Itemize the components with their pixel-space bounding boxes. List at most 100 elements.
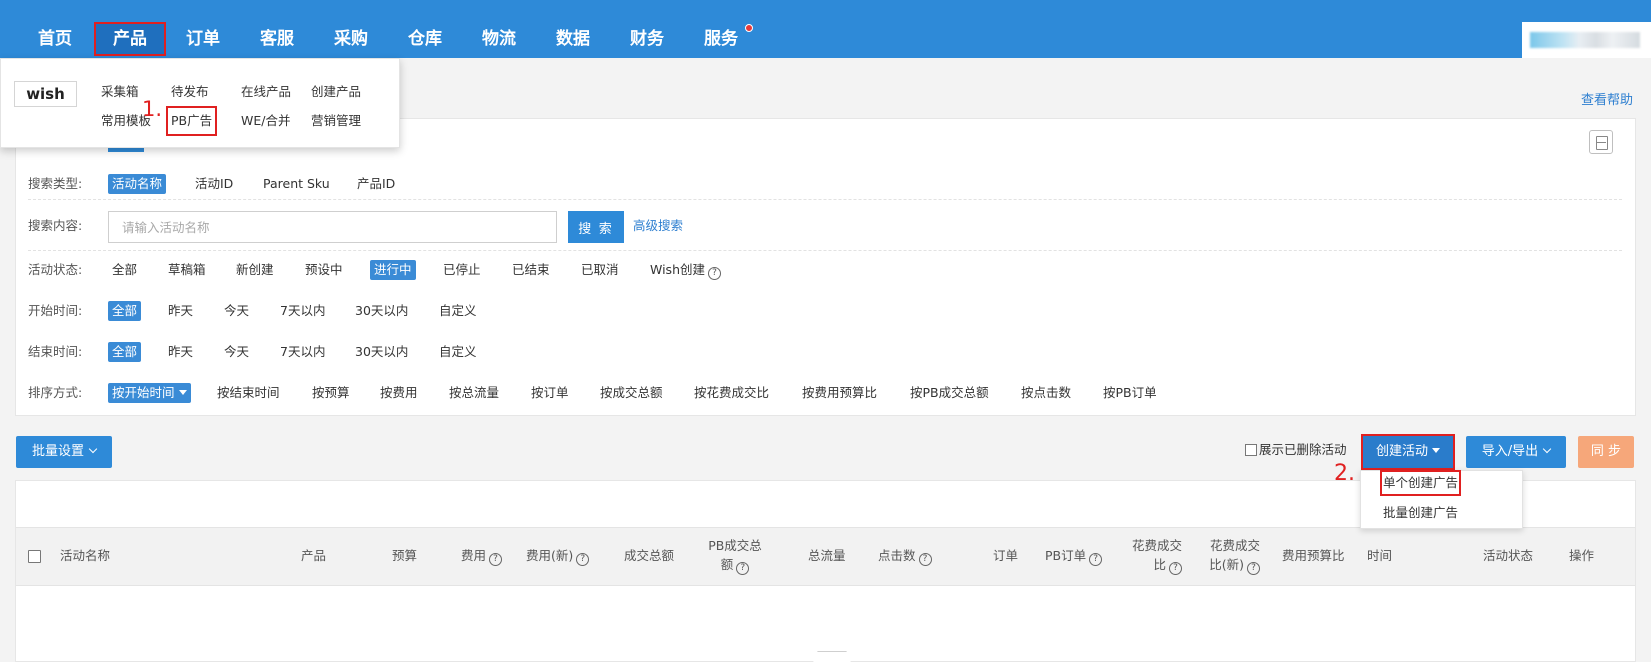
nav-purchase[interactable]: 采购 (326, 22, 376, 56)
col-cost-ratio-line1: 花费成交 (1131, 538, 1182, 553)
search-type-option[interactable]: 活动名称 (108, 174, 167, 194)
end-time-option[interactable]: 全部 (108, 342, 142, 362)
col-cost-ratio[interactable]: 花费成交比? (1120, 536, 1182, 575)
search-input[interactable] (108, 211, 557, 243)
nav-customer-service[interactable]: 客服 (252, 22, 302, 56)
end-time-option[interactable]: 今天 (220, 342, 253, 362)
select-all-checkbox[interactable] (28, 550, 41, 563)
status-option[interactable]: 全部 (108, 260, 141, 280)
col-total-sales[interactable]: 成交总额 (624, 546, 674, 565)
product-menu-item[interactable]: 在线产品 (241, 82, 291, 102)
sort-option[interactable]: 按订单 (527, 383, 573, 403)
sort-option[interactable]: 按开始时间 (108, 383, 191, 403)
sort-option[interactable]: 按PB成交总额 (906, 383, 993, 403)
col-pb-orders[interactable]: PB订单? (1045, 546, 1103, 566)
nav-data[interactable]: 数据 (548, 22, 598, 56)
col-cost[interactable]: 费用? (461, 546, 503, 566)
help-link[interactable]: 查看帮助 (1581, 89, 1633, 108)
batch-settings-button[interactable]: 批量设置 (16, 436, 112, 468)
start-time-option[interactable]: 全部 (108, 301, 142, 321)
user-account-box[interactable] (1522, 22, 1651, 58)
product-menu-item[interactable]: 采集箱 (101, 82, 139, 102)
start-time-label: 开始时间: (28, 303, 83, 318)
col-status[interactable]: 活动状态 (1483, 546, 1533, 565)
nav-orders[interactable]: 订单 (178, 22, 228, 56)
menu-item-batch-create[interactable]: 批量创建广告 (1383, 503, 1458, 523)
notification-dot (745, 24, 753, 32)
start-time-option[interactable]: 30天以内 (351, 301, 412, 321)
end-time-option[interactable]: 自定义 (435, 342, 481, 362)
top-nav: 首页 产品 订单 客服 采购 仓库 物流 数据 财务 服务 (0, 0, 1651, 58)
col-budget[interactable]: 预算 (392, 546, 417, 565)
status-option[interactable]: 新创建 (232, 260, 278, 280)
sort-option[interactable]: 按点击数 (1017, 383, 1075, 403)
help-icon[interactable]: ? (1247, 562, 1260, 575)
status-option[interactable]: Wish创建? (646, 260, 725, 280)
col-clicks[interactable]: 点击数? (878, 546, 932, 566)
help-icon[interactable]: ? (708, 267, 721, 280)
search-content-label: 搜索内容: (28, 218, 83, 233)
nav-logistics[interactable]: 物流 (474, 22, 524, 56)
nav-service[interactable]: 服务 (696, 22, 746, 56)
help-icon[interactable]: ? (489, 553, 503, 566)
search-type-option[interactable]: 活动ID (191, 174, 237, 194)
end-time-option[interactable]: 昨天 (164, 342, 197, 362)
sort-option[interactable]: 按成交总额 (596, 383, 667, 403)
col-cost-ratio-new[interactable]: 花费成交 比(新)? (1198, 536, 1260, 575)
show-deleted-checkbox[interactable]: 展示已删除活动 (1245, 441, 1347, 459)
product-menu-item[interactable]: 创建产品 (311, 82, 361, 102)
col-orders[interactable]: 订单 (993, 546, 1018, 565)
nav-finance[interactable]: 财务 (622, 22, 672, 56)
sort-option[interactable]: 按总流量 (445, 383, 503, 403)
product-menu-item-pb-ads[interactable]: PB广告 (165, 106, 218, 136)
col-total-traffic[interactable]: 总流量 (808, 546, 846, 565)
collapse-icon[interactable] (1589, 130, 1613, 154)
start-time-option[interactable]: 自定义 (435, 301, 481, 321)
status-option[interactable]: 进行中 (370, 260, 416, 280)
col-activity-name[interactable]: 活动名称 (60, 546, 110, 565)
sort-option[interactable]: 按结束时间 (213, 383, 284, 403)
sync-button[interactable]: 同 步 (1578, 436, 1634, 468)
status-option[interactable]: 已停止 (439, 260, 485, 280)
col-time[interactable]: 时间 (1367, 546, 1392, 565)
product-menu-item[interactable]: WE/合并 (241, 111, 290, 131)
start-time-option[interactable]: 7天以内 (276, 301, 329, 321)
nav-warehouse[interactable]: 仓库 (400, 22, 450, 56)
help-icon[interactable]: ? (918, 553, 932, 566)
help-icon[interactable]: ? (736, 562, 750, 575)
end-time-option[interactable]: 7天以内 (276, 342, 329, 362)
wish-logo[interactable]: wish (14, 81, 77, 107)
status-option[interactable]: 草稿箱 (164, 260, 210, 280)
col-product[interactable]: 产品 (301, 546, 326, 565)
col-cost-budget-ratio[interactable]: 费用预算比 (1282, 546, 1345, 565)
col-cost-new[interactable]: 费用(新)? (526, 546, 590, 566)
sort-option[interactable]: 按预算 (308, 383, 354, 403)
start-time-option[interactable]: 今天 (220, 301, 253, 321)
product-menu-item[interactable]: 营销管理 (311, 111, 361, 131)
status-option[interactable]: 已取消 (577, 260, 623, 280)
advanced-search-link[interactable]: 高级搜索 (633, 216, 683, 236)
help-icon[interactable]: ? (1089, 553, 1103, 566)
col-pb-sales[interactable]: PB成交总额? (705, 536, 765, 575)
search-button[interactable]: 搜 索 (568, 211, 624, 243)
search-type-option[interactable]: 产品ID (353, 174, 399, 194)
help-icon[interactable]: ? (1169, 562, 1182, 575)
sort-option[interactable]: 按PB订单 (1099, 383, 1161, 403)
sort-option[interactable]: 按花费成交比 (690, 383, 773, 403)
nav-home[interactable]: 首页 (30, 22, 80, 56)
status-option[interactable]: 已结束 (508, 260, 554, 280)
end-time-option[interactable]: 30天以内 (351, 342, 412, 362)
start-time-option[interactable]: 昨天 (164, 301, 197, 321)
sort-option[interactable]: 按费用 (376, 383, 422, 403)
search-type-option[interactable]: Parent Sku (259, 174, 334, 194)
menu-item-single-create[interactable]: 单个创建广告 (1379, 470, 1462, 496)
help-icon[interactable]: ? (576, 553, 590, 566)
status-option[interactable]: 预设中 (301, 260, 347, 280)
create-activity-button[interactable]: 创建活动 (1361, 434, 1455, 470)
checkbox-icon[interactable] (1245, 444, 1257, 456)
create-activity-menu: 单个创建广告 批量创建广告 (1360, 470, 1523, 529)
product-menu-item[interactable]: 待发布 (171, 82, 209, 102)
import-export-button[interactable]: 导入/导出 (1466, 436, 1566, 468)
nav-product[interactable]: 产品 (94, 22, 166, 56)
sort-option[interactable]: 按费用预算比 (798, 383, 881, 403)
